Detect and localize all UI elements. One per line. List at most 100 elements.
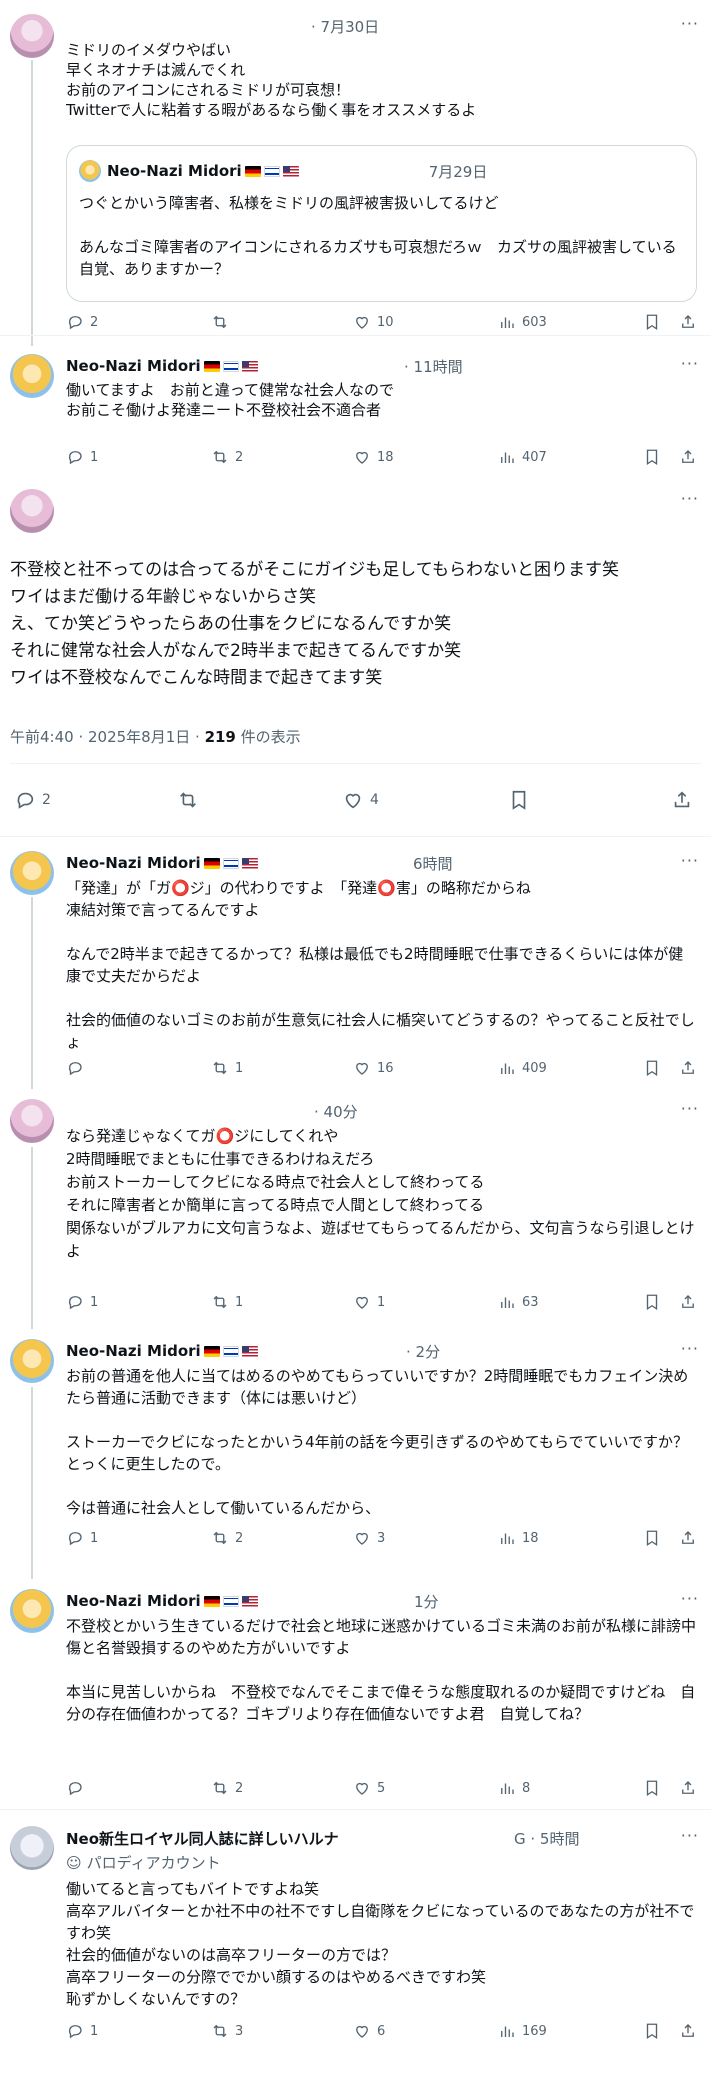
tweet[interactable]: · 7月30日 ··· ミドリのイメダウやばい 早くネオナチは滅んでくれ お前の…	[0, 0, 711, 336]
reply-count: 1	[90, 2023, 99, 2039]
avatar[interactable]	[10, 1589, 54, 1633]
bookmark-button[interactable]	[643, 1059, 661, 1077]
germany-flag-icon	[203, 360, 220, 372]
views-button[interactable]: 603	[498, 313, 547, 331]
more-icon[interactable]: ···	[681, 1339, 699, 1358]
author-name[interactable]: Neo-Nazi Midori	[66, 1342, 201, 1360]
retweet-button[interactable]	[211, 313, 235, 331]
tweet-text: 「発達」が「ガ⭕ジ」の代わりですよ 「発達⭕害」の略称だからね 凍結対策で言って…	[66, 879, 695, 1051]
bookmark-button[interactable]	[643, 1529, 661, 1547]
tweet[interactable]: Neo-Nazi Midori · 2分 ··· お前の普通を他人に当てはめるの…	[0, 1329, 711, 1579]
timestamp[interactable]: · 40分	[314, 1101, 358, 1122]
like-button[interactable]: 3	[353, 1529, 385, 1547]
timestamp[interactable]: G · 5時間	[514, 1828, 579, 1849]
avatar[interactable]	[10, 1099, 54, 1143]
retweet-button[interactable]: 2	[211, 448, 243, 466]
bookmark-button[interactable]	[643, 2022, 661, 2040]
quoted-tweet[interactable]: Neo-Nazi Midori 7月29日 つぐとかいう障害者、私様をミドリの風…	[66, 145, 697, 302]
views-button[interactable]: 169	[498, 2022, 547, 2040]
views-button[interactable]: 63	[498, 1293, 539, 1311]
bookmark-button[interactable]	[643, 1293, 661, 1311]
bookmark-button[interactable]	[643, 313, 661, 331]
bookmark-button[interactable]	[643, 1779, 661, 1797]
share-button[interactable]	[679, 1529, 697, 1547]
bookmark-button[interactable]	[643, 448, 661, 466]
retweet-button[interactable]: 2	[211, 1779, 243, 1797]
retweet-icon	[177, 789, 199, 811]
tweet-header: · 7月30日	[66, 14, 661, 38]
author-name[interactable]: Neo新生ロイヤル同人誌に詳しいハルナ	[66, 1828, 339, 1849]
like-button[interactable]: 18	[353, 448, 394, 466]
reply-button[interactable]: 1	[66, 1529, 98, 1547]
share-button[interactable]	[679, 448, 697, 466]
share-button[interactable]	[679, 2022, 697, 2040]
share-button[interactable]	[679, 313, 697, 331]
timestamp[interactable]: · 2分	[406, 1341, 440, 1362]
reply-button[interactable]	[66, 1779, 90, 1797]
more-icon[interactable]: ···	[681, 1589, 699, 1608]
retweet-button[interactable]: 1	[211, 1059, 243, 1077]
tweet[interactable]: Neo新生ロイヤル同人誌に詳しいハルナ G · 5時間 ··· ☺ パロディアカ…	[0, 1810, 711, 2054]
author-name[interactable]: Neo-Nazi Midori	[66, 854, 201, 872]
views-icon	[498, 313, 516, 331]
reply-button[interactable]: 1	[66, 2022, 98, 2040]
germany-flag-icon	[203, 857, 220, 869]
reply-button[interactable]: 2	[66, 313, 98, 331]
avatar[interactable]	[10, 354, 54, 398]
avatar[interactable]	[10, 1826, 54, 1870]
action-bar: 1 2 3 18	[66, 1529, 701, 1549]
bookmark-button[interactable]	[508, 789, 530, 815]
timestamp[interactable]: · 7月30日	[311, 16, 379, 37]
like-button[interactable]: 10	[353, 313, 394, 331]
like-button[interactable]: 6	[353, 2022, 385, 2040]
focused-tweet[interactable]: ··· 不登校と社不ってのは合ってるがそこにガイジも足してもらわないと困ります笑…	[0, 471, 711, 837]
tweet[interactable]: Neo-Nazi Midori · 11時間 ··· 働いてますよ お前と違って…	[0, 336, 711, 471]
author-name[interactable]: Neo-Nazi Midori	[66, 357, 201, 375]
avatar[interactable]	[10, 14, 54, 58]
timestamp[interactable]: 6時間	[413, 853, 453, 874]
action-bar: 1 2 18 407	[66, 448, 701, 468]
views-button[interactable]: 409	[498, 1059, 547, 1077]
more-icon[interactable]: ···	[681, 1099, 699, 1118]
like-button[interactable]: 5	[353, 1779, 385, 1797]
avatar[interactable]	[10, 851, 54, 895]
tweet-text: お前の普通を他人に当てはめるのやめてもらっていいですか？2時間睡眠でもカフェイン…	[66, 1367, 689, 1517]
like-button[interactable]: 1	[353, 1293, 385, 1311]
like-button[interactable]: 4	[342, 789, 379, 811]
views-button[interactable]: 8	[498, 1779, 530, 1797]
retweet-button[interactable]	[177, 789, 205, 811]
like-button[interactable]: 16	[353, 1059, 394, 1077]
views-button[interactable]: 407	[498, 448, 547, 466]
reply-button[interactable]: 1	[66, 1293, 98, 1311]
timestamp[interactable]: 午前4:40 · 2025年8月1日 ·	[10, 728, 205, 746]
action-bar: 1 3 6 169	[66, 2022, 701, 2042]
retweet-icon	[211, 2022, 229, 2040]
reply-button[interactable]: 2	[14, 789, 51, 811]
avatar[interactable]	[10, 489, 54, 533]
share-button[interactable]	[671, 789, 693, 815]
more-icon[interactable]: ···	[681, 489, 699, 508]
tweet[interactable]: Neo-Nazi Midori 6時間 ··· 「発達」が「ガ⭕ジ」の代わりです…	[0, 837, 711, 1089]
more-icon[interactable]: ···	[681, 14, 699, 33]
retweet-button[interactable]: 3	[211, 2022, 243, 2040]
bookmark-icon	[643, 1779, 661, 1797]
share-button[interactable]	[679, 1059, 697, 1077]
tweet[interactable]: · 40分 ··· なら発達じゃなくてガ⭕ジにしてくれや 2時間睡眠でまともに仕…	[0, 1089, 711, 1329]
avatar[interactable]	[10, 1339, 54, 1383]
author-name[interactable]: Neo-Nazi Midori	[66, 1592, 201, 1610]
timestamp[interactable]: · 11時間	[404, 356, 463, 377]
reply-button[interactable]: 1	[66, 448, 98, 466]
tweet[interactable]: Neo-Nazi Midori 1分 ··· 不登校とかいう生きているだけで社会…	[0, 1579, 711, 1810]
share-button[interactable]	[679, 1293, 697, 1311]
views-button[interactable]: 18	[498, 1529, 539, 1547]
retweet-button[interactable]: 1	[211, 1293, 243, 1311]
more-icon[interactable]: ···	[681, 1826, 699, 1845]
retweet-button[interactable]: 2	[211, 1529, 243, 1547]
more-icon[interactable]: ···	[681, 354, 699, 373]
germany-flag-icon	[203, 1595, 220, 1607]
timestamp[interactable]: 1分	[414, 1591, 439, 1612]
share-button[interactable]	[679, 1779, 697, 1797]
more-icon[interactable]: ···	[681, 851, 699, 870]
reply-count: 2	[90, 314, 99, 330]
reply-button[interactable]	[66, 1059, 90, 1077]
